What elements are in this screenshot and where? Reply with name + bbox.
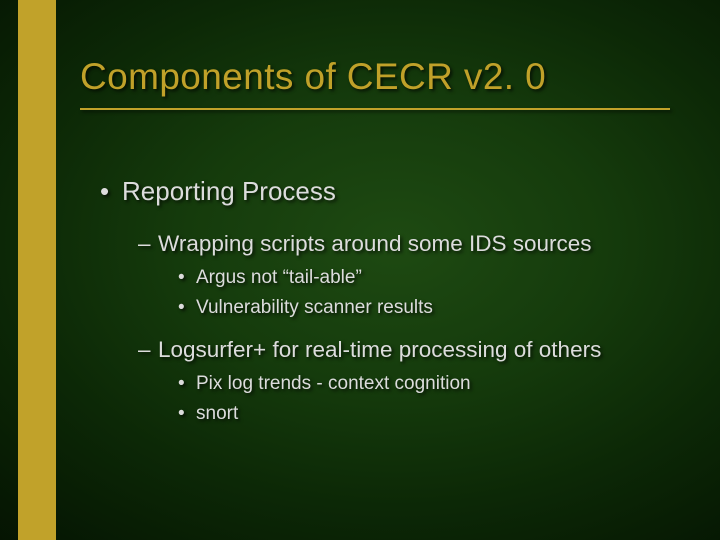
bullet-icon: • [178, 297, 196, 319]
slide: Components of CECR v2. 0 •Reporting Proc… [0, 0, 720, 540]
bullet-level1: •Reporting Process [100, 176, 690, 207]
slide-body: •Reporting Process –Wrapping scripts aro… [100, 176, 690, 443]
bullet-level3: •Vulnerability scanner results [178, 297, 690, 319]
bullet-level3: •Pix log trends - context cognition [178, 373, 690, 395]
group-2: –Logsurfer+ for real-time processing of … [100, 337, 690, 425]
level3-text: Vulnerability scanner results [196, 297, 433, 318]
level1-text: Reporting Process [122, 176, 336, 206]
level2-text: Wrapping scripts around some IDS sources [158, 231, 592, 256]
bullet-level2: –Logsurfer+ for real-time processing of … [138, 337, 690, 363]
title-underline [80, 108, 670, 110]
bullet-icon: • [178, 373, 196, 395]
bullet-level3: •snort [178, 403, 690, 425]
bullet-icon: • [178, 267, 196, 289]
slide-title: Components of CECR v2. 0 [80, 56, 546, 98]
level2-text: Logsurfer+ for real-time processing of o… [158, 337, 601, 362]
dash-icon: – [138, 231, 158, 257]
bullet-icon: • [178, 403, 196, 425]
bullet-level3: •Argus not “tail-able” [178, 267, 690, 289]
bullet-icon: • [100, 176, 122, 207]
dash-icon: – [138, 337, 158, 363]
level3-text: snort [196, 403, 238, 424]
level3-text: Argus not “tail-able” [196, 267, 362, 288]
level3-text: Pix log trends - context cognition [196, 373, 471, 394]
group-1: –Wrapping scripts around some IDS source… [100, 231, 690, 319]
accent-bar [18, 0, 56, 540]
bullet-level2: –Wrapping scripts around some IDS source… [138, 231, 690, 257]
